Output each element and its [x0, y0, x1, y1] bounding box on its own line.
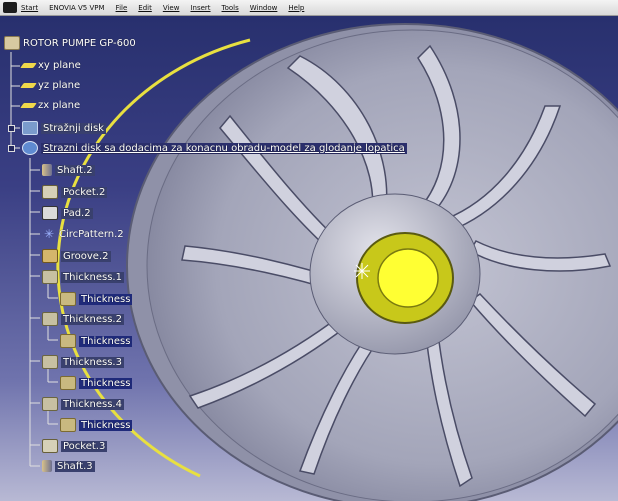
menu-view[interactable]: View	[163, 4, 180, 12]
menu-help[interactable]: Help	[288, 4, 304, 12]
tree-item-zx-plane[interactable]: zx plane	[20, 100, 81, 111]
plane-icon	[20, 103, 37, 108]
specification-tree: ROTOR PUMPE GP-600 xy plane yz plane zx …	[0, 16, 618, 501]
tree-item-label: Pocket.3	[61, 440, 108, 452]
tree-item-pocket-3[interactable]: Pocket.3	[42, 439, 108, 453]
circpattern-icon: ✳	[43, 227, 55, 241]
tree-item-circpattern-2[interactable]: ✳ CircPattern.2	[42, 228, 124, 240]
plane-icon	[20, 63, 37, 68]
tree-item-shaft-2[interactable]: Shaft.2	[42, 164, 95, 176]
pocket-icon	[42, 185, 58, 199]
tree-item-thickness-3[interactable]: Thickness.3	[42, 355, 124, 369]
menu-edit[interactable]: Edit	[138, 4, 152, 12]
tree-item-groove-2[interactable]: Groove.2	[42, 249, 111, 263]
thickness-icon	[42, 312, 58, 326]
thickness-icon	[42, 355, 58, 369]
pad-icon	[42, 206, 58, 220]
tree-root-label: ROTOR PUMPE GP-600	[23, 37, 136, 49]
tree-item-label: Strazni disk sa dodacima za konacnu obra…	[41, 142, 407, 154]
tree-item-thickness-2[interactable]: Thickness.2	[42, 312, 124, 326]
thickness-icon	[60, 334, 76, 348]
thickness-icon	[42, 397, 58, 411]
shaft-icon	[42, 164, 52, 176]
plane-icon	[20, 83, 37, 88]
tree-item-shaft-3[interactable]: Shaft.3	[42, 460, 95, 472]
tree-item-label: yz plane	[38, 80, 81, 91]
tree-item-thickness-2-child[interactable]: Thickness	[60, 334, 133, 348]
tree-item-label: xy plane	[38, 60, 81, 71]
menu-file[interactable]: File	[116, 4, 128, 12]
pocket-icon	[42, 439, 58, 453]
thickness-icon	[60, 292, 76, 306]
tree-item-label: Thickness.2	[61, 313, 124, 325]
menu-window[interactable]: Window	[250, 4, 278, 12]
tree-item-label: zx plane	[38, 100, 81, 111]
menu-tools[interactable]: Tools	[222, 4, 239, 12]
thickness-icon	[60, 376, 76, 390]
3d-viewport[interactable]: ROTOR PUMPE GP-600 xy plane yz plane zx …	[0, 16, 618, 501]
tree-item-label: Groove.2	[61, 250, 111, 262]
tree-item-label: Thickness	[79, 335, 133, 347]
tree-item-pocket-2[interactable]: Pocket.2	[42, 185, 108, 199]
body-icon	[22, 121, 38, 135]
catia-logo-icon[interactable]	[3, 2, 17, 13]
tree-item-label: Pad.2	[61, 207, 93, 219]
tree-item-thickness-1-child[interactable]: Thickness	[60, 292, 133, 306]
menu-insert[interactable]: Insert	[190, 4, 210, 12]
thickness-icon	[42, 270, 58, 284]
tree-item-pad-2[interactable]: Pad.2	[42, 206, 93, 220]
expand-toggle[interactable]	[8, 145, 15, 152]
tree-item-thickness-4-child[interactable]: Thickness	[60, 418, 133, 432]
expand-toggle[interactable]	[8, 125, 15, 132]
tree-item-yz-plane[interactable]: yz plane	[20, 80, 81, 91]
tree-item-thickness-4[interactable]: Thickness.4	[42, 397, 124, 411]
tree-item-thickness-3-child[interactable]: Thickness	[60, 376, 133, 390]
product-icon	[4, 36, 20, 50]
tree-item-label: Thickness	[79, 377, 133, 389]
tree-item-xy-plane[interactable]: xy plane	[20, 60, 81, 71]
tree-item-body-1[interactable]: Stražnji disk	[22, 121, 106, 135]
shaft-icon	[42, 460, 52, 472]
tree-item-label: Stražnji disk	[41, 122, 106, 134]
thickness-icon	[60, 418, 76, 432]
menu-start[interactable]: Start	[21, 4, 38, 12]
tree-item-label: Shaft.3	[55, 460, 95, 472]
groove-icon	[42, 249, 58, 263]
tree-item-label: Thickness.1	[61, 271, 124, 283]
menu-bar: Start ENOVIA V5 VPM File Edit View Inser…	[0, 0, 618, 16]
tree-item-label: CircPattern.2	[59, 228, 124, 240]
menu-enovia[interactable]: ENOVIA V5 VPM	[49, 4, 104, 12]
tree-item-body-2[interactable]: Strazni disk sa dodacima za konacnu obra…	[22, 141, 407, 155]
tree-item-label: Shaft.2	[55, 164, 95, 176]
tree-item-label: Thickness.4	[61, 398, 124, 410]
tree-item-thickness-1[interactable]: Thickness.1	[42, 270, 124, 284]
tree-item-label: Thickness.3	[61, 356, 124, 368]
tree-item-label: Thickness	[79, 419, 133, 431]
tree-item-label: Thickness	[79, 293, 133, 305]
tree-item-label: Pocket.2	[61, 186, 108, 198]
partbody-icon	[22, 141, 38, 155]
tree-root[interactable]: ROTOR PUMPE GP-600	[4, 36, 136, 50]
